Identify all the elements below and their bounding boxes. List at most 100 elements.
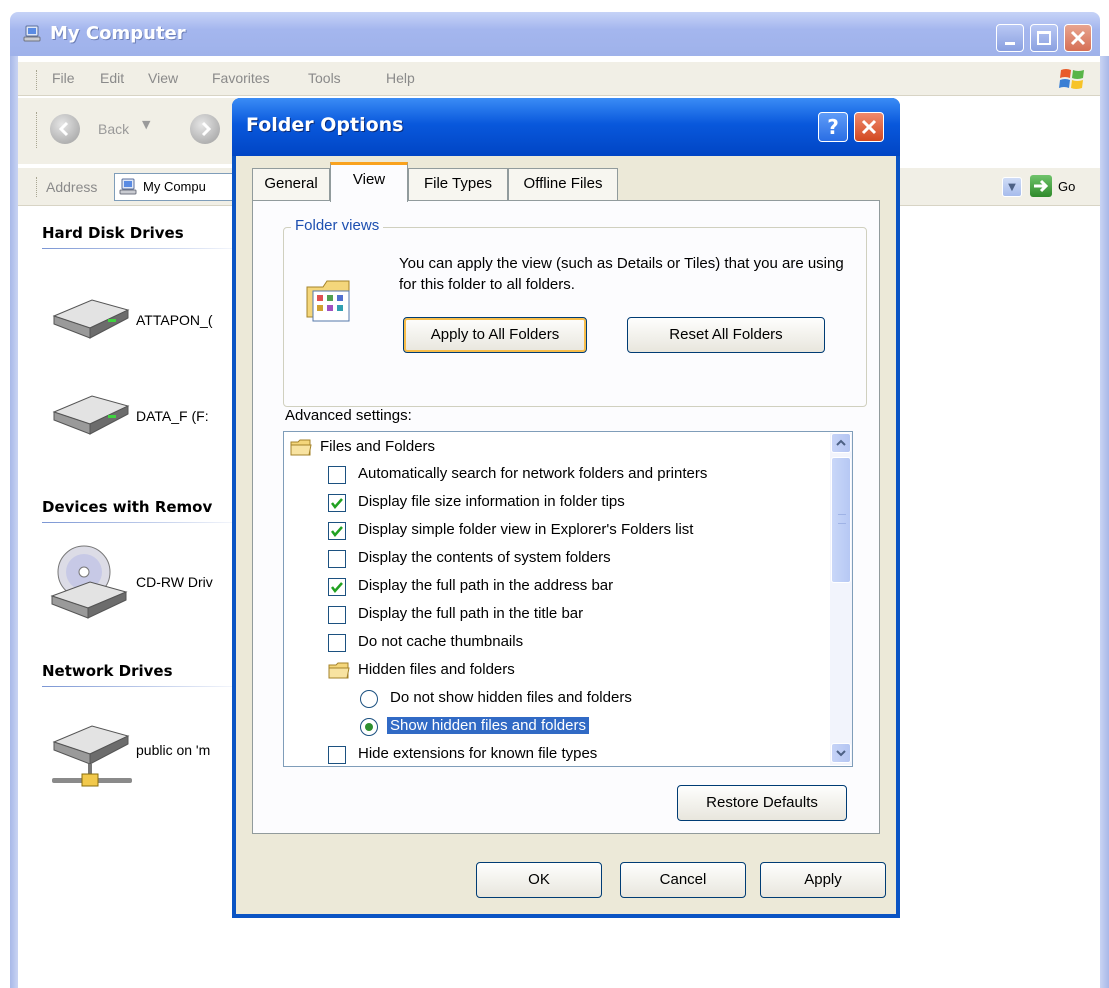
window-close-button[interactable] (1064, 24, 1092, 52)
address-dropdown-icon[interactable]: ▼ (1002, 177, 1022, 197)
window-left-border (10, 56, 18, 988)
back-button[interactable] (50, 114, 80, 144)
window-right-border (1100, 56, 1109, 988)
go-button[interactable] (1030, 175, 1052, 197)
tab-general[interactable]: General (252, 168, 330, 200)
menu-view[interactable]: View (148, 70, 178, 86)
window-title: My Computer (50, 23, 186, 44)
folder-options-dialog: Folder Options ? General View File Types… (232, 98, 900, 918)
list-item-label: Display file size information in folder … (358, 493, 625, 510)
network-drive-icon (52, 725, 132, 787)
cancel-button[interactable]: Cancel (620, 862, 746, 898)
dialog-close-button[interactable] (854, 112, 884, 142)
folder-views-icon (306, 280, 350, 322)
group-divider (42, 248, 252, 249)
address-input[interactable]: My Compu (114, 173, 244, 201)
my-computer-icon (23, 25, 41, 42)
group-header-hard-disks: Hard Disk Drives (42, 224, 184, 242)
list-item-label: Display the full path in the title bar (358, 605, 584, 622)
reset-all-folders-button[interactable]: Reset All Folders (627, 317, 825, 353)
standard-toolbar: Back ▼ (18, 98, 236, 164)
window-titlebar[interactable]: My Computer (10, 12, 1100, 56)
toolbar-grip[interactable] (36, 112, 39, 148)
checkbox[interactable] (328, 550, 346, 568)
folder-views-description: You can apply the view (such as Details … (399, 255, 844, 293)
close-icon (861, 119, 877, 135)
scroll-down-button[interactable] (831, 743, 851, 763)
list-item-label: Do not cache thumbnails (358, 633, 524, 650)
list-item-label: Display simple folder view in Explorer's… (358, 521, 694, 538)
folder-views-legend: Folder views (291, 217, 384, 234)
tab-offline-files[interactable]: Offline Files (508, 168, 618, 200)
forward-button[interactable] (190, 114, 220, 144)
scroll-up-button[interactable] (831, 433, 851, 453)
tab-file-types[interactable]: File Types (408, 168, 508, 200)
vertical-scrollbar[interactable] (830, 433, 852, 765)
address-label: Address (46, 179, 98, 195)
folder-icon (328, 662, 350, 679)
chevron-down-icon (836, 750, 846, 757)
checkbox[interactable] (328, 522, 346, 540)
menu-favorites[interactable]: Favorites (212, 70, 270, 86)
forward-arrow-icon (201, 121, 212, 137)
addressbar-grip[interactable] (36, 177, 39, 197)
maximize-icon (1037, 31, 1051, 45)
dialog-titlebar[interactable]: Folder Options ? (232, 98, 900, 156)
my-computer-icon (119, 178, 137, 195)
checkbox[interactable] (328, 494, 346, 512)
list-item-label: Display the contents of system folders (358, 549, 611, 566)
menu-help[interactable]: Help (386, 70, 415, 86)
checkbox[interactable] (328, 606, 346, 624)
checkmark-icon (331, 582, 343, 593)
menu-bar: File Edit View Favorites Tools Help (18, 62, 1100, 96)
close-icon (1070, 30, 1086, 46)
advanced-settings-list[interactable]: Files and Folders Automatically search f… (283, 431, 853, 767)
menu-tools[interactable]: Tools (308, 70, 341, 86)
advanced-settings-label: Advanced settings: (285, 407, 412, 424)
drive-label: CD-RW Driv (136, 574, 213, 590)
folder-icon (290, 439, 312, 456)
thumb-grip (838, 514, 846, 524)
back-dropdown-icon[interactable]: ▼ (142, 118, 150, 131)
list-item-label-selected: Show hidden files and folders (387, 717, 589, 734)
tab-view[interactable]: View (330, 162, 408, 202)
chevron-up-icon (836, 439, 846, 446)
menubar-grip[interactable] (36, 70, 39, 90)
list-item-label: Hide extensions for known file types (358, 745, 598, 762)
menu-file[interactable]: File (52, 70, 75, 86)
scrollbar-thumb[interactable] (831, 457, 851, 583)
group-divider (42, 686, 252, 687)
checkbox[interactable] (328, 466, 346, 484)
maximize-button[interactable] (1030, 24, 1058, 52)
list-item-label: Do not show hidden files and folders (390, 689, 632, 706)
windows-logo-icon (1059, 69, 1084, 89)
radio-selected-dot (365, 723, 373, 731)
view-tab-panel: Folder views You can apply the view (suc… (252, 200, 880, 834)
radio-button[interactable] (360, 690, 378, 708)
help-icon: ? (827, 115, 839, 139)
minimize-button[interactable] (996, 24, 1024, 52)
checkbox[interactable] (328, 578, 346, 596)
go-arrow-icon (1034, 179, 1049, 193)
group-header-network: Network Drives (42, 662, 173, 680)
go-label[interactable]: Go (1058, 179, 1075, 194)
restore-defaults-button[interactable]: Restore Defaults (677, 785, 847, 821)
menu-edit[interactable]: Edit (100, 70, 124, 86)
checkbox[interactable] (328, 746, 346, 764)
list-item-label: Automatically search for network folders… (358, 465, 708, 482)
apply-button[interactable]: Apply (760, 862, 886, 898)
drive-label: public on 'm (136, 742, 211, 758)
checkmark-icon (331, 498, 343, 509)
ok-button[interactable]: OK (476, 862, 602, 898)
apply-to-all-folders-button[interactable]: Apply to All Folders (403, 317, 587, 353)
list-item-label: Display the full path in the address bar (358, 577, 614, 594)
radio-button[interactable] (360, 718, 378, 736)
checkbox[interactable] (328, 634, 346, 652)
list-item-label: Files and Folders (320, 438, 436, 455)
drive-label: ATTAPON_( (136, 312, 213, 328)
hard-drive-icon (52, 395, 130, 435)
group-divider (42, 522, 252, 523)
back-label[interactable]: Back (98, 121, 129, 137)
drive-label: DATA_F (F: (136, 408, 209, 424)
help-button[interactable]: ? (818, 112, 848, 142)
